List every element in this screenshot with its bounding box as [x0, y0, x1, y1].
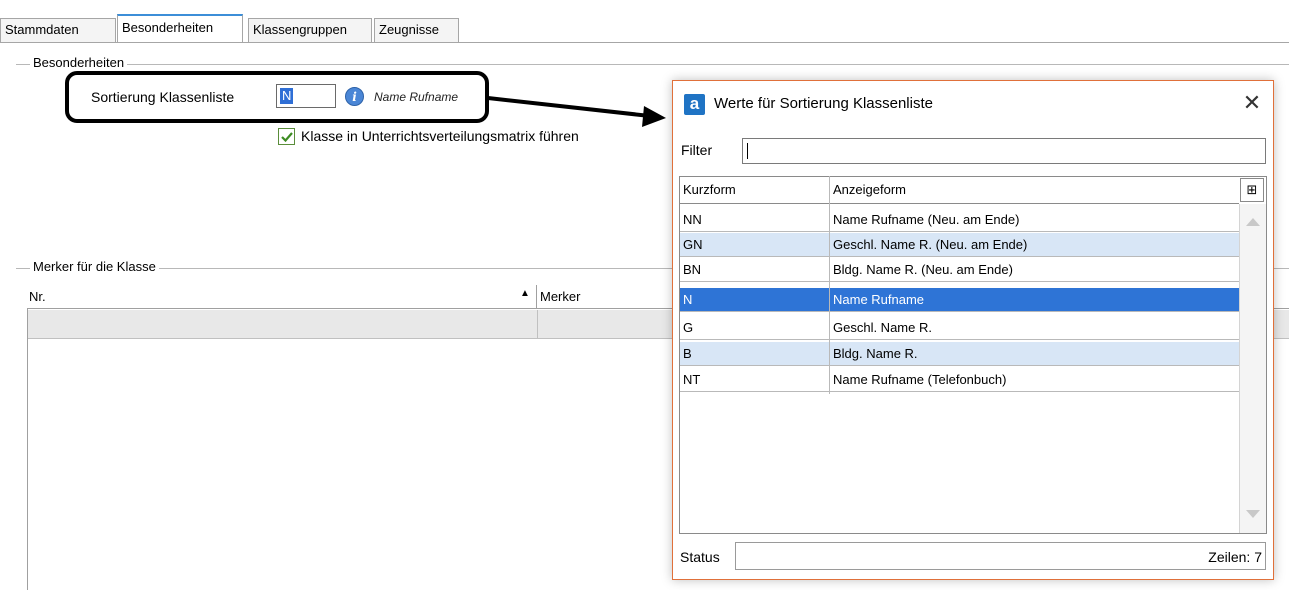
table-row[interactable]: NT Name Rufname (Telefonbuch) [680, 368, 1239, 392]
cell-kurzform: N [683, 292, 693, 307]
matrix-checkbox-label: Klasse in Unterrichtsverteilungsmatrix f… [301, 128, 579, 144]
matrix-checkbox[interactable] [278, 128, 295, 145]
scroll-up-icon[interactable] [1246, 218, 1260, 226]
filter-label: Filter [681, 142, 713, 158]
cell-kurzform: BN [683, 262, 702, 277]
app-logo-icon: a [684, 94, 705, 115]
column-divider [536, 285, 537, 309]
cell-kurzform: NT [683, 372, 701, 387]
sort-ascending-icon: ▲ [520, 288, 530, 299]
column-divider [537, 310, 538, 339]
table-row-selected[interactable]: N Name Rufname [680, 288, 1239, 312]
highlight-annotation-box [65, 71, 489, 123]
table-row[interactable]: BN Bldg. Name R. (Neu. am Ende) [680, 258, 1239, 282]
group-border-besonderheiten [16, 64, 1289, 65]
cell-anzeigeform: Name Rufname [833, 292, 925, 307]
text-caret [747, 143, 748, 159]
cell-anzeigeform: Name Rufname (Neu. am Ende) [833, 212, 1020, 227]
table-row[interactable]: G Geschl. Name R. [680, 316, 1239, 340]
cell-kurzform: NN [683, 212, 702, 227]
tab-besonderheiten[interactable]: Besonderheiten [117, 14, 243, 43]
cell-kurzform: GN [683, 237, 703, 252]
tab-divider [0, 42, 1289, 43]
annotation-arrow-icon [487, 96, 666, 127]
status-field: Zeilen: 7 [735, 542, 1266, 570]
group-label-merker: Merker für die Klasse [30, 259, 159, 275]
tab-stammdaten[interactable]: Stammdaten [0, 18, 116, 42]
filter-input[interactable] [742, 138, 1266, 164]
cell-anzeigeform: Geschl. Name R. [833, 320, 932, 335]
column-chooser-icon[interactable]: ⊞ [1240, 178, 1264, 202]
close-icon[interactable]: ✕ [1240, 92, 1264, 116]
cell-kurzform: B [683, 346, 692, 361]
column-header-anzeigeform[interactable]: Anzeigeform [830, 178, 906, 202]
grid-column-divider [829, 176, 830, 394]
group-label-besonderheiten: Besonderheiten [30, 55, 128, 71]
cell-kurzform: G [683, 320, 694, 335]
cell-anzeigeform: Bldg. Name R. [833, 346, 918, 361]
table-row[interactable]: GN Geschl. Name R. (Neu. am Ende) [680, 233, 1239, 257]
column-header-merker[interactable]: Merker [540, 289, 580, 304]
cell-anzeigeform: Bldg. Name R. (Neu. am Ende) [833, 262, 1013, 277]
status-label: Status [680, 549, 720, 565]
column-header-nr[interactable]: Nr. [29, 289, 46, 304]
tab-klassengruppen[interactable]: Klassengruppen [248, 18, 372, 42]
tab-zeugnisse[interactable]: Zeugnisse [374, 18, 459, 42]
grid-scrollbar[interactable] [1239, 204, 1266, 533]
grid-header-divider [680, 203, 1239, 204]
column-header-kurzform[interactable]: Kurzform [680, 178, 736, 202]
scroll-down-icon[interactable] [1246, 510, 1260, 518]
table-row[interactable]: B Bldg. Name R. [680, 342, 1239, 366]
dialog-title: Werte für Sortierung Klassenliste [714, 95, 933, 112]
cell-anzeigeform: Name Rufname (Telefonbuch) [833, 372, 1007, 387]
checkmark-icon [281, 132, 293, 143]
tab-bar: Stammdaten Besonderheiten Klassengruppen… [0, 0, 1289, 46]
row-count: Zeilen: 7 [1208, 549, 1262, 565]
table-row[interactable]: NN Name Rufname (Neu. am Ende) [680, 208, 1239, 232]
cell-anzeigeform: Geschl. Name R. (Neu. am Ende) [833, 237, 1028, 252]
